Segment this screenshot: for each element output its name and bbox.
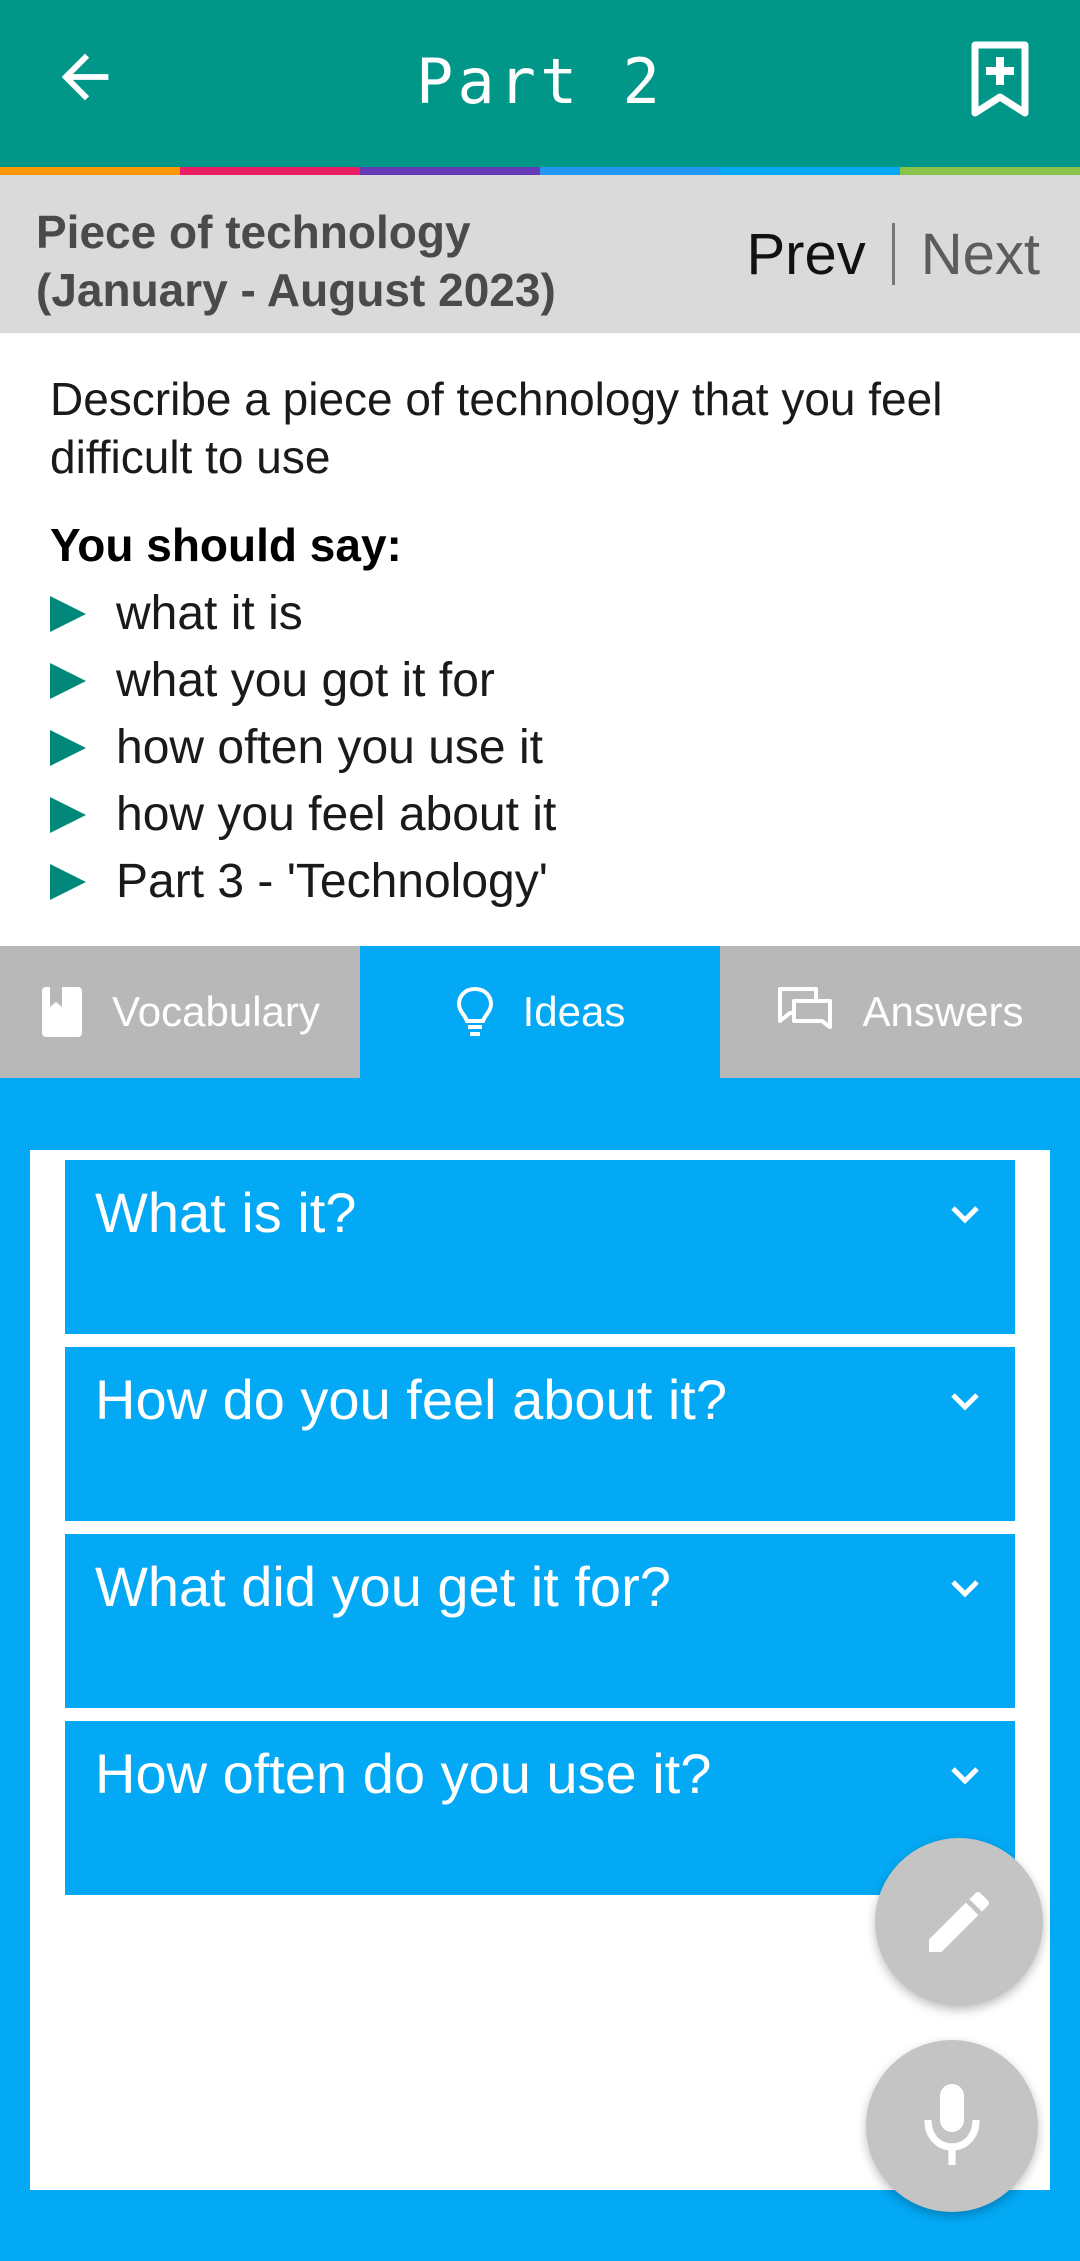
chevron-down-icon <box>951 1767 979 1785</box>
book-icon <box>40 985 84 1039</box>
play-triangle-icon <box>50 662 86 699</box>
should-say-heading: You should say: <box>50 519 402 571</box>
play-triangle-icon <box>50 863 86 900</box>
stripe-segment <box>900 167 1080 175</box>
play-triangle-icon <box>50 595 86 632</box>
tab-label: Ideas <box>522 988 626 1035</box>
list-item: Part 3 - 'Technology' <box>50 848 556 915</box>
cue-card-bullets: what it is what you got it for how often… <box>50 580 556 915</box>
tab-ideas[interactable]: Ideas <box>360 946 720 1078</box>
bookmark-button[interactable] <box>960 30 1040 130</box>
list-item: how often you use it <box>50 714 556 781</box>
tab-vocabulary[interactable]: Vocabulary <box>0 946 360 1078</box>
stripe-segment <box>720 167 900 175</box>
list-item: what it is <box>50 580 556 647</box>
stripe-segment <box>0 167 180 175</box>
topic-title-line: Piece of technology <box>36 206 471 258</box>
accordion-item[interactable]: What is it? <box>65 1160 1015 1334</box>
chevron-down-icon <box>951 1393 979 1411</box>
chat-icon <box>776 985 834 1039</box>
bullet-text: Part 3 - 'Technology' <box>116 855 548 908</box>
accordion-title: How do you feel about it? <box>95 1368 727 1431</box>
page-title: Part 2 <box>416 44 664 118</box>
prompt-line: Describe a piece of technology that you … <box>50 373 943 425</box>
play-triangle-icon <box>50 796 86 833</box>
bullet-text: what you got it for <box>116 654 495 707</box>
pencil-icon <box>929 1891 990 1952</box>
list-item: what you got it for <box>50 647 556 714</box>
next-button[interactable]: Next <box>921 221 1040 288</box>
accordion-title: What is it? <box>95 1181 357 1244</box>
prompt-line: difficult to use <box>50 431 331 483</box>
topic-date-range: (January - August 2023) <box>36 264 556 316</box>
tab-answers[interactable]: Answers <box>720 946 1080 1078</box>
chevron-down-icon <box>951 1580 979 1598</box>
app-bar: Part 2 <box>0 0 1080 167</box>
ideas-card: What is it? How do you feel about it? Wh… <box>30 1150 1050 2190</box>
bullet-text: what it is <box>116 587 303 640</box>
nav-divider <box>891 223 895 285</box>
prev-button[interactable]: Prev <box>746 221 865 288</box>
edit-fab-button[interactable] <box>875 1838 1043 2006</box>
accordion-item[interactable]: How often do you use it? <box>65 1721 1015 1895</box>
play-triangle-icon <box>50 729 86 766</box>
topic-navigation: Prev Next <box>746 175 1040 333</box>
cue-card-prompt: Describe a piece of technology that you … <box>50 370 1050 486</box>
chevron-down-icon <box>951 1206 979 1224</box>
topic-header: Piece of technology (January - August 20… <box>0 175 1080 333</box>
tab-label: Vocabulary <box>112 988 320 1035</box>
color-stripe <box>0 167 1080 175</box>
accordion-item[interactable]: How do you feel about it? <box>65 1347 1015 1521</box>
bookmark-add-icon <box>971 41 1029 117</box>
record-fab-button[interactable] <box>866 2040 1038 2212</box>
stripe-segment <box>180 167 360 175</box>
accordion-title: What did you get it for? <box>95 1555 671 1618</box>
topic-title: Piece of technology (January - August 20… <box>36 203 656 319</box>
list-item: how you feel about it <box>50 781 556 848</box>
accordion-title: How often do you use it? <box>95 1742 712 1805</box>
lightbulb-icon <box>455 985 495 1039</box>
stripe-segment <box>540 167 720 175</box>
bullet-text: how you feel about it <box>116 788 557 841</box>
bullet-text: how often you use it <box>116 721 543 774</box>
tab-label: Answers <box>862 988 1024 1035</box>
stripe-segment <box>360 167 540 175</box>
accordion-item[interactable]: What did you get it for? <box>65 1534 1015 1708</box>
microphone-icon <box>924 2084 980 2165</box>
tab-bar: Vocabulary Ideas Answers <box>0 946 1080 1078</box>
